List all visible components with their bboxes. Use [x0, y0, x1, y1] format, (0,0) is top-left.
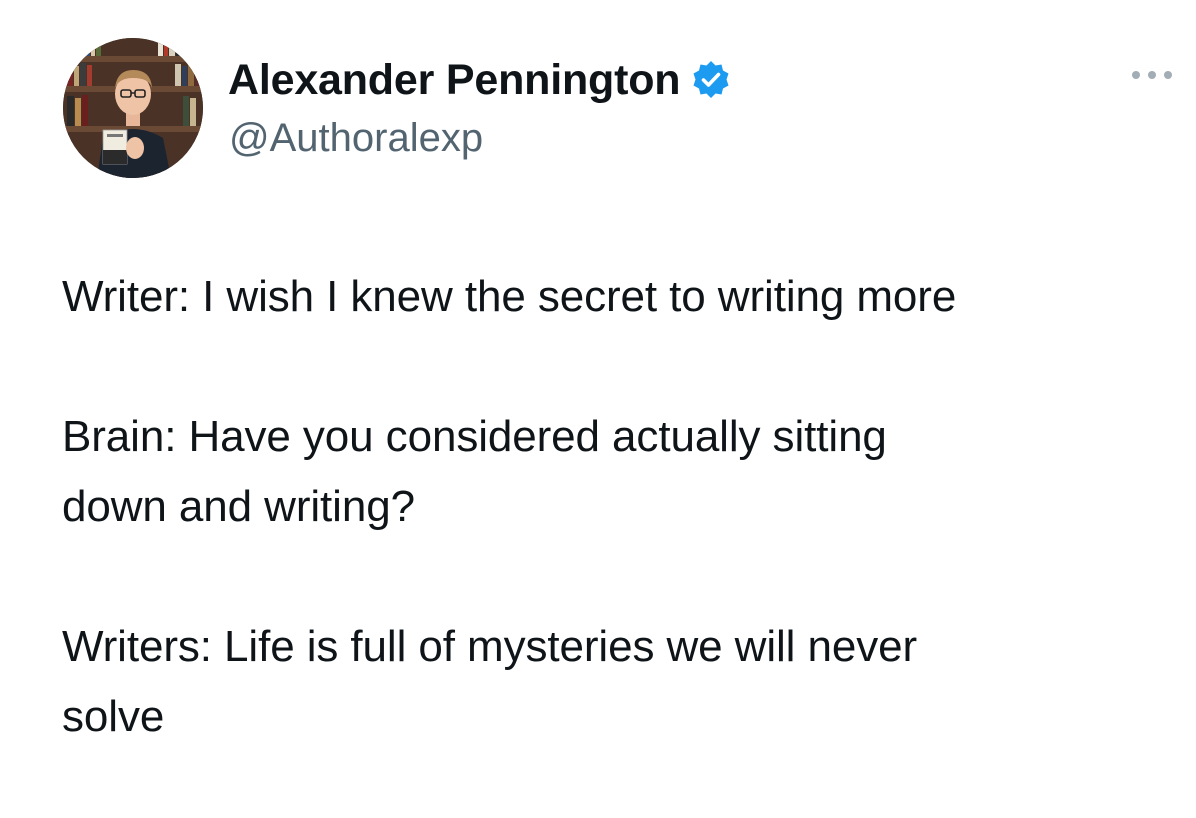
display-name[interactable]: Alexander Pennington — [228, 56, 681, 105]
avatar[interactable] — [63, 38, 203, 178]
tweet-text: Writer: I wish I knew the secret to writ… — [62, 262, 1182, 752]
tweet-paragraph: Writers: Life is full of mysteries we wi… — [62, 622, 918, 741]
more-dot — [1164, 71, 1172, 79]
tweet-paragraph: Brain: Have you considered actually sitt… — [62, 412, 887, 531]
more-dot — [1132, 71, 1140, 79]
more-options-icon[interactable] — [1132, 64, 1172, 86]
verified-badge-icon — [690, 59, 732, 101]
display-name-row: Alexander Pennington — [228, 52, 732, 108]
tweet-paragraph: Writer: I wish I knew the secret to writ… — [62, 272, 957, 321]
user-handle[interactable]: @Authoralexp — [229, 116, 483, 161]
more-dot — [1148, 71, 1156, 79]
tweet: Alexander Pennington @Authoralexp Writer… — [0, 0, 1196, 818]
profile-photo — [63, 38, 203, 178]
